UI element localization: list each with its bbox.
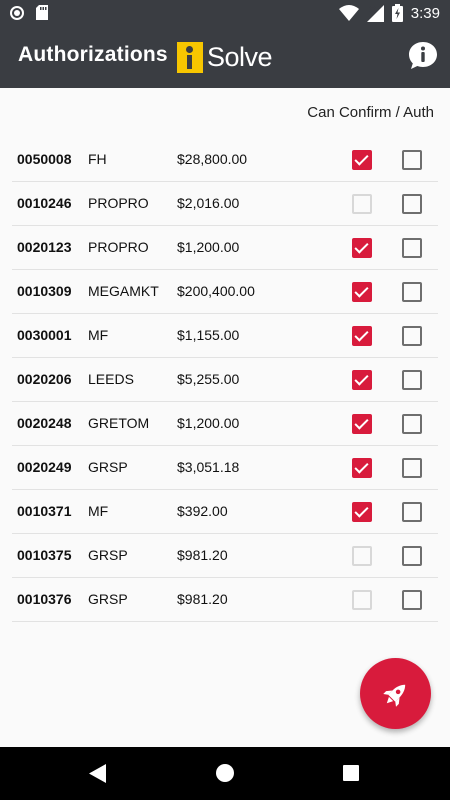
amount: $1,200.00: [177, 415, 240, 431]
info-button[interactable]: [408, 41, 438, 71]
client-code: PROPRO: [88, 195, 149, 211]
list-item[interactable]: 0010375 GRSP $981.20: [12, 534, 438, 578]
confirm-checkbox: [352, 546, 372, 566]
list-item[interactable]: 0020123 PROPRO $1,200.00: [12, 226, 438, 270]
auth-checkbox[interactable]: [402, 502, 422, 522]
amount: $981.20: [177, 591, 228, 607]
list-item[interactable]: 0010371 MF $392.00: [12, 490, 438, 534]
back-icon[interactable]: [89, 764, 107, 783]
authorization-code: 0020249: [17, 459, 72, 475]
amount: $392.00: [177, 503, 228, 519]
list-item[interactable]: 0010246 PROPRO $2,016.00: [12, 182, 438, 226]
auth-checkbox[interactable]: [402, 150, 422, 170]
client-code: FH: [88, 151, 107, 167]
list-item[interactable]: 0010309 MEGAMKT $200,400.00: [12, 270, 438, 314]
auth-checkbox[interactable]: [402, 458, 422, 478]
authorization-list: 0050008 FH $28,800.00 0010246 PROPRO $2,016.0…: [12, 138, 438, 622]
navigation-bar: [0, 747, 450, 800]
logo-text: Solve: [207, 41, 273, 72]
amount: $2,016.00: [177, 195, 240, 211]
auth-checkbox[interactable]: [402, 370, 422, 390]
auth-checkbox[interactable]: [402, 194, 422, 214]
confirm-checkbox[interactable]: [352, 238, 372, 258]
wifi-icon: [338, 5, 359, 21]
recent-apps-icon[interactable]: [343, 765, 359, 781]
confirm-checkbox[interactable]: [352, 502, 372, 522]
client-code: MF: [88, 327, 109, 343]
auth-checkbox[interactable]: [402, 282, 422, 302]
rocket-icon: [382, 684, 405, 707]
list-item[interactable]: 0020248 GRETOM $1,200.00: [12, 402, 438, 446]
launch-fab-button[interactable]: [360, 658, 431, 729]
authorization-code: 0020206: [17, 371, 72, 387]
isolve-logo: Solve: [177, 40, 273, 74]
authorization-code: 0010376: [17, 591, 72, 607]
status-bar: 3:39: [0, 0, 450, 27]
auth-checkbox[interactable]: [402, 238, 422, 258]
amount: $1,200.00: [177, 239, 240, 255]
client-code: GRSP: [88, 547, 128, 563]
battery-icon: [391, 4, 403, 22]
authorization-code: 0020248: [17, 415, 72, 431]
authorization-code: 0050008: [17, 151, 72, 167]
confirm-checkbox[interactable]: [352, 414, 372, 434]
confirm-checkbox[interactable]: [352, 150, 372, 170]
auth-checkbox[interactable]: [402, 546, 422, 566]
authorization-code: 0030001: [17, 327, 72, 343]
client-code: GRSP: [88, 591, 128, 607]
auth-checkbox[interactable]: [402, 326, 422, 346]
client-code: GRETOM: [88, 415, 150, 431]
authorization-code: 0010375: [17, 547, 72, 563]
logo-i-mark: [177, 41, 203, 73]
amount: $28,800.00: [177, 151, 248, 167]
list-item[interactable]: 0030001 MF $1,155.00: [12, 314, 438, 358]
auth-checkbox[interactable]: [402, 590, 422, 610]
page-title: Authorizations: [18, 43, 168, 66]
confirm-checkbox[interactable]: [352, 282, 372, 302]
home-icon[interactable]: [216, 764, 234, 782]
list-item[interactable]: 0050008 FH $28,800.00: [12, 138, 438, 182]
authorization-code: 0020123: [17, 239, 72, 255]
confirm-checkbox: [352, 590, 372, 610]
confirm-checkbox[interactable]: [352, 370, 372, 390]
client-code: LEEDS: [88, 371, 134, 387]
authorization-code: 0010371: [17, 503, 72, 519]
status-time: 3:39: [410, 4, 440, 22]
amount: $981.20: [177, 547, 228, 563]
amount: $3,051.18: [177, 459, 240, 475]
sd-card-icon: [36, 5, 48, 20]
authorization-code: 0010309: [17, 283, 72, 299]
confirm-checkbox[interactable]: [352, 326, 372, 346]
app-bar: Authorizations Solve: [0, 27, 450, 88]
client-code: PROPRO: [88, 239, 149, 255]
amount: $5,255.00: [177, 371, 240, 387]
list-item[interactable]: 0010376 GRSP $981.20: [12, 578, 438, 622]
signal-icon: [366, 4, 384, 22]
client-code: MEGAMKT: [88, 283, 159, 299]
list-item[interactable]: 0020206 LEEDS $5,255.00: [12, 358, 438, 402]
client-code: GRSP: [88, 459, 128, 475]
confirm-checkbox[interactable]: [352, 458, 372, 478]
info-icon: [409, 42, 437, 69]
authorization-code: 0010246: [17, 195, 72, 211]
client-code: MF: [88, 503, 109, 519]
amount: $1,155.00: [177, 327, 240, 343]
confirm-checkbox: [352, 194, 372, 214]
column-header: Can Confirm / Auth: [307, 104, 434, 121]
amount: $200,400.00: [177, 283, 255, 299]
notification-circle-icon: [10, 5, 24, 20]
auth-checkbox[interactable]: [402, 414, 422, 434]
list-item[interactable]: 0020249 GRSP $3,051.18: [12, 446, 438, 490]
